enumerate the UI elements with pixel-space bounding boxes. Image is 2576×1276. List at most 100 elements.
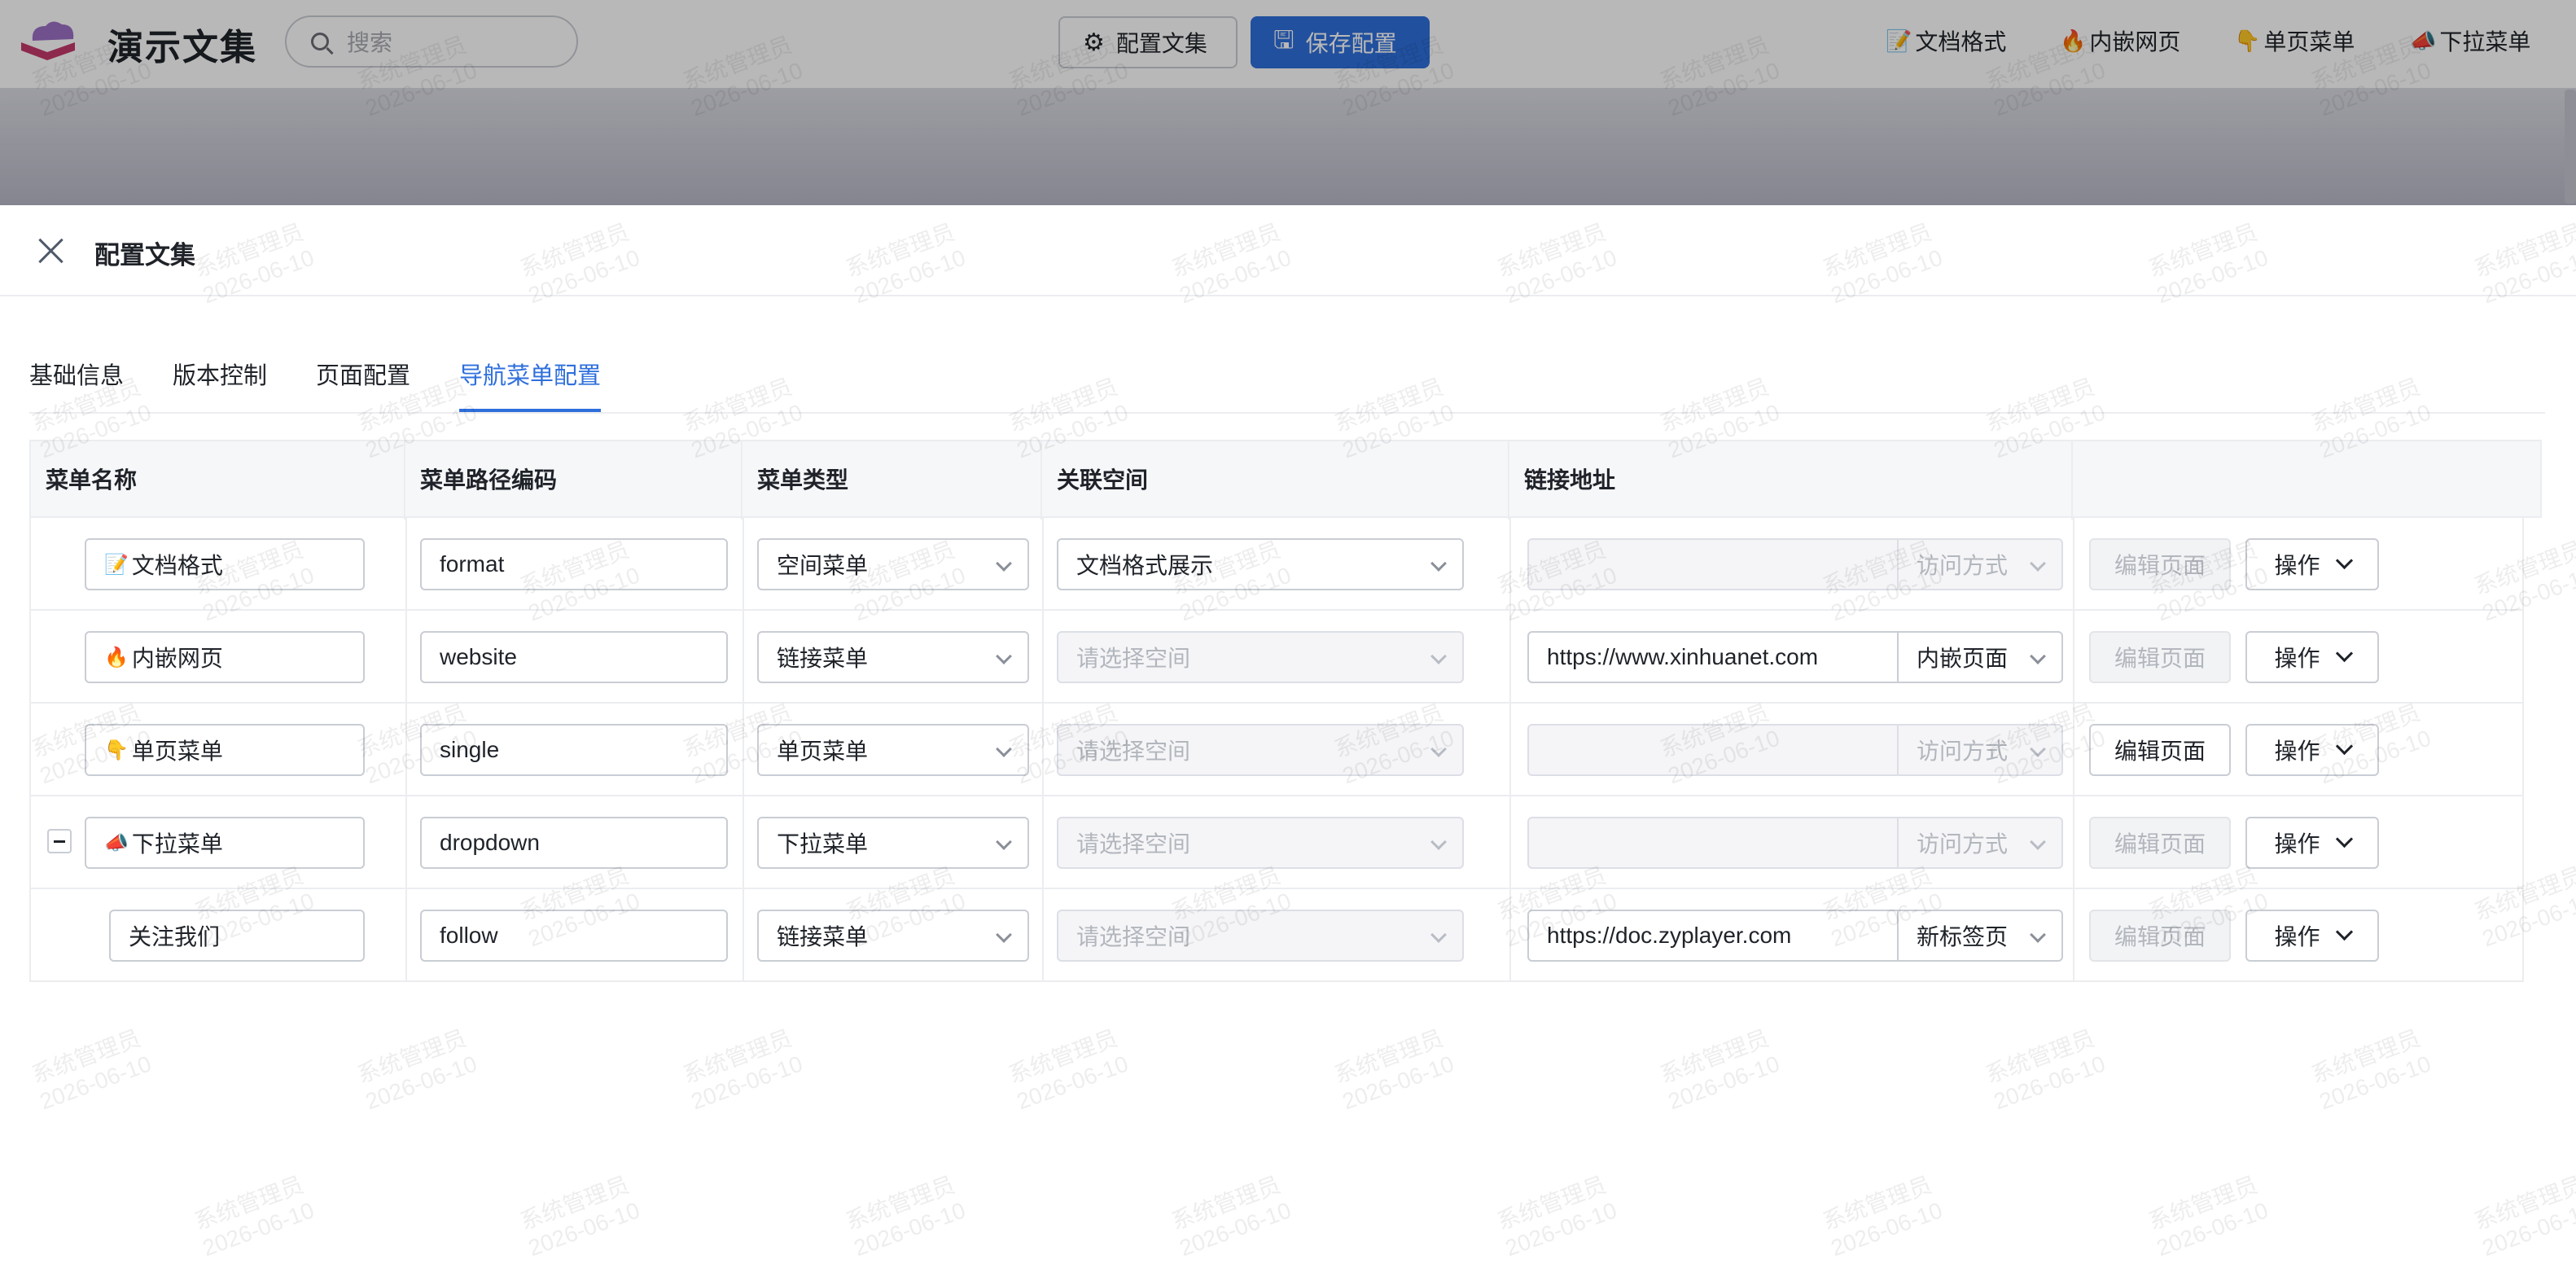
link-url-input[interactable]: https://www.xinhuanet.com xyxy=(1527,631,1899,683)
access-mode-select[interactable]: 内嵌页面 xyxy=(1897,631,2063,683)
chevron-down-icon xyxy=(2335,923,2353,941)
drawer-title: 配置文集 xyxy=(94,241,195,270)
action-dropdown-button[interactable]: 操作 xyxy=(2245,910,2379,962)
chevron-down-icon xyxy=(2030,834,2046,850)
menu-type-value: 下拉菜单 xyxy=(777,831,869,857)
chevron-down-icon xyxy=(2335,830,2353,848)
edit-page-button: 编辑页面 xyxy=(2089,538,2231,590)
chevron-down-icon xyxy=(1430,927,1447,943)
table-row: 👇 单页菜单 single 单页菜单 请选择空间 访问方式 编辑页面 操作 xyxy=(29,704,2524,796)
path-code-input[interactable]: format xyxy=(420,538,728,590)
path-code-value: follow xyxy=(440,923,498,948)
edit-page-label: 编辑页面 xyxy=(2114,553,2206,578)
access-mode-select[interactable]: 新标签页 xyxy=(1897,910,2063,962)
action-dropdown-button[interactable]: 操作 xyxy=(2245,631,2379,683)
column-divider xyxy=(743,611,744,702)
menu-emoji-icon: 📣 xyxy=(104,831,129,854)
column-divider xyxy=(1509,889,1511,980)
chevron-down-icon xyxy=(996,927,1012,943)
config-drawer: 配置文集 基础信息 版本控制 页面配置 导航菜单配置 菜单名称 菜单路径编码 菜… xyxy=(0,205,2576,1276)
menu-name-value: 关注我们 xyxy=(129,924,221,949)
column-divider xyxy=(1509,796,1511,888)
access-mode-select: 访问方式 xyxy=(1897,538,2063,590)
menu-name-input[interactable]: 关注我们 xyxy=(109,910,365,962)
chevron-down-icon xyxy=(1430,648,1447,664)
path-code-input[interactable]: follow xyxy=(420,910,728,962)
close-icon[interactable] xyxy=(36,236,65,265)
chevron-down-icon xyxy=(1430,834,1447,850)
edit-page-label: 编辑页面 xyxy=(2114,831,2206,857)
action-dropdown-button[interactable]: 操作 xyxy=(2245,538,2379,590)
chevron-down-icon xyxy=(2335,644,2353,662)
action-dropdown-button[interactable]: 操作 xyxy=(2245,724,2379,776)
menu-emoji-icon: 🔥 xyxy=(104,646,129,669)
col-header-menu-type: 菜单类型 xyxy=(743,441,1042,520)
page-scrollbar[interactable] xyxy=(2565,90,2576,204)
column-divider xyxy=(2073,796,2074,888)
tab-page-config[interactable]: 页面配置 xyxy=(316,357,410,412)
column-divider xyxy=(405,889,407,980)
column-divider xyxy=(2073,518,2074,609)
chevron-down-icon xyxy=(2335,737,2353,755)
menu-name-input[interactable]: 📝 文档格式 xyxy=(85,538,365,590)
col-header-menu-name: 菜单名称 xyxy=(31,441,405,520)
space-value: 请选择空间 xyxy=(1076,924,1191,949)
action-label: 操作 xyxy=(2274,646,2320,671)
menu-name-value: 下拉菜单 xyxy=(131,831,223,857)
space-select: 请选择空间 xyxy=(1057,817,1464,869)
drawer-header: 配置文集 xyxy=(0,205,2576,296)
space-value: 文档格式展示 xyxy=(1076,553,1214,578)
action-label: 操作 xyxy=(2274,553,2320,578)
menu-type-value: 链接菜单 xyxy=(777,924,869,949)
chevron-down-icon xyxy=(2030,648,2046,664)
col-header-space: 关联空间 xyxy=(1042,441,1509,520)
space-value: 请选择空间 xyxy=(1076,646,1191,671)
access-mode-value: 访问方式 xyxy=(1917,553,2009,578)
space-select[interactable]: 文档格式展示 xyxy=(1057,538,1464,590)
access-mode-select: 访问方式 xyxy=(1897,817,2063,869)
menu-type-select[interactable]: 链接菜单 xyxy=(757,631,1029,683)
access-mode-value: 访问方式 xyxy=(1917,831,2009,857)
edit-page-label: 编辑页面 xyxy=(2114,739,2206,764)
modal-overlay[interactable] xyxy=(0,0,2576,205)
tab-nav-menu-config[interactable]: 导航菜单配置 xyxy=(459,357,602,412)
action-label: 操作 xyxy=(2274,924,2320,949)
column-divider xyxy=(405,518,407,609)
tab-version-control[interactable]: 版本控制 xyxy=(173,357,267,412)
chevron-down-icon xyxy=(2030,927,2046,943)
space-select: 请选择空间 xyxy=(1057,631,1464,683)
menu-type-select[interactable]: 链接菜单 xyxy=(757,910,1029,962)
column-divider xyxy=(743,704,744,795)
path-code-input[interactable]: single xyxy=(420,724,728,776)
action-label: 操作 xyxy=(2274,831,2320,857)
tab-basic-info[interactable]: 基础信息 xyxy=(29,357,124,412)
menu-name-input[interactable]: 👇 单页菜单 xyxy=(85,724,365,776)
tab-bar: 基础信息 版本控制 页面配置 导航菜单配置 xyxy=(29,349,2545,414)
link-url-input[interactable]: https://doc.zyplayer.com xyxy=(1527,910,1899,962)
table-row: 📣 下拉菜单 dropdown 下拉菜单 请选择空间 访问方式 编辑页面 操作 xyxy=(29,796,2524,889)
chevron-down-icon xyxy=(2335,551,2353,569)
action-dropdown-button[interactable]: 操作 xyxy=(2245,817,2379,869)
path-code-input[interactable]: dropdown xyxy=(420,817,728,869)
menu-name-input[interactable]: 📣 下拉菜单 xyxy=(85,817,365,869)
column-divider xyxy=(743,889,744,980)
col-header-path-code: 菜单路径编码 xyxy=(405,441,743,520)
collapse-icon[interactable] xyxy=(47,829,72,853)
menu-type-select[interactable]: 空间菜单 xyxy=(757,538,1029,590)
menu-type-value: 链接菜单 xyxy=(777,646,869,671)
link-url-input xyxy=(1527,724,1899,776)
path-code-input[interactable]: website xyxy=(420,631,728,683)
edit-page-button[interactable]: 编辑页面 xyxy=(2089,724,2231,776)
menu-type-select[interactable]: 下拉菜单 xyxy=(757,817,1029,869)
edit-page-button: 编辑页面 xyxy=(2089,631,2231,683)
column-divider xyxy=(1042,518,1044,609)
column-divider xyxy=(1509,704,1511,795)
menu-name-input[interactable]: 🔥 内嵌网页 xyxy=(85,631,365,683)
column-divider xyxy=(1042,611,1044,702)
edit-page-button: 编辑页面 xyxy=(2089,817,2231,869)
space-value: 请选择空间 xyxy=(1076,831,1191,857)
link-url-input xyxy=(1527,817,1899,869)
access-mode-value: 访问方式 xyxy=(1917,739,2009,764)
column-divider xyxy=(1042,889,1044,980)
menu-type-select[interactable]: 单页菜单 xyxy=(757,724,1029,776)
